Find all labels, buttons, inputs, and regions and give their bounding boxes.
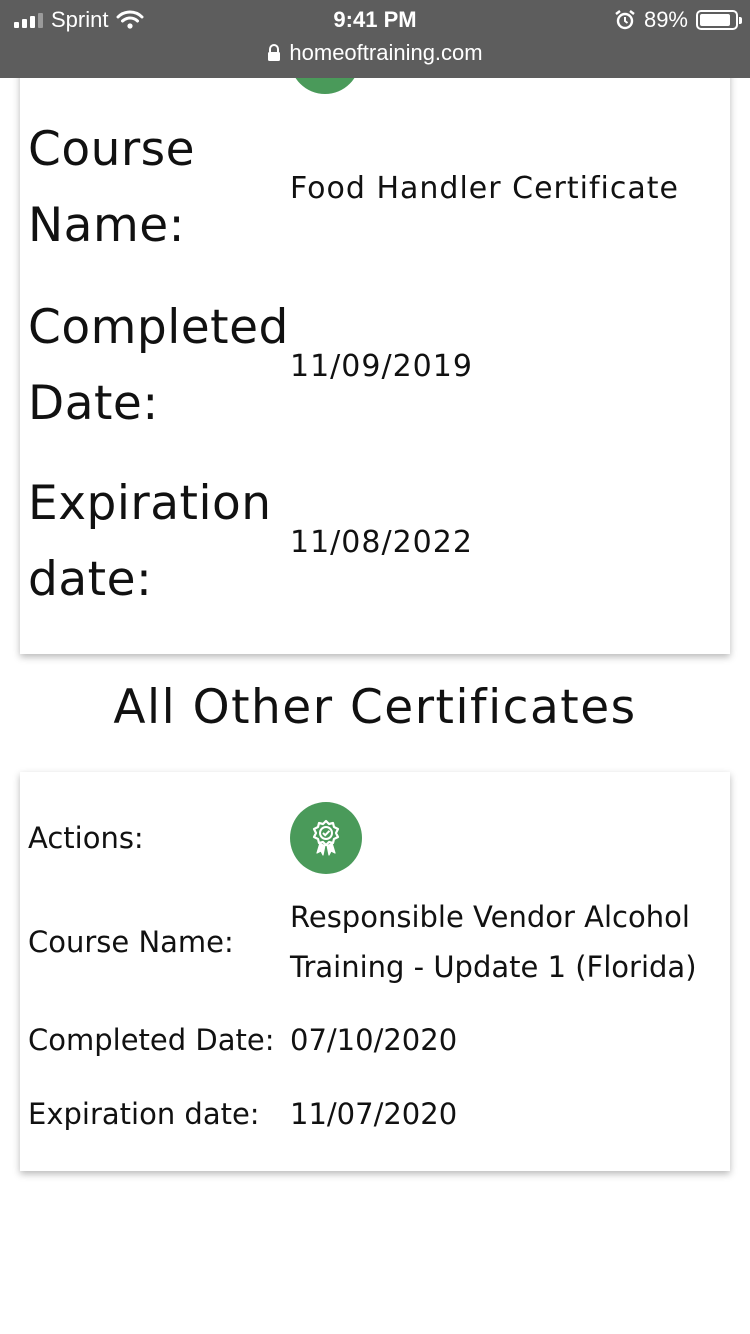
- certificate-award-icon: [312, 819, 340, 856]
- browser-top-bar: Sprint 9:41 PM 89% homeoftraining.com: [0, 0, 750, 78]
- other-certificate-card: Actions: Course Name: Responsible Vendor…: [20, 772, 730, 1171]
- other-course-name-row: Course Name: Responsible Vendor Alcohol …: [28, 892, 710, 992]
- actions-row: Actions:: [28, 802, 362, 874]
- other-completed-date-label: Completed Date:: [28, 1023, 275, 1057]
- url-bar[interactable]: homeoftraining.com: [0, 40, 750, 66]
- expiration-date-value: 11/08/2022: [290, 524, 473, 560]
- completed-date-row: Completed Date: 11/09/2019: [28, 290, 473, 442]
- other-completed-date-value: 07/10/2020: [290, 1023, 458, 1057]
- course-name-row: Course Name: Food Handler Certificate: [28, 112, 679, 264]
- actions-label: Actions:: [28, 821, 144, 855]
- primary-certificate-card: Course Name: Food Handler Certificate Co…: [20, 40, 730, 654]
- completed-date-value: 11/09/2019: [290, 348, 473, 384]
- other-course-name-label: Course Name:: [28, 925, 234, 959]
- alarm-icon: [615, 10, 635, 30]
- completed-date-label: Completed Date:: [28, 300, 289, 431]
- lock-icon: [268, 44, 281, 61]
- other-expiration-date-label: Expiration date:: [28, 1097, 260, 1131]
- battery-percent: 89%: [643, 7, 688, 32]
- other-expiration-date-row: Expiration date: 11/07/2020: [28, 1089, 457, 1139]
- status-right: 89%: [614, 7, 742, 33]
- battery-fill: [700, 14, 730, 26]
- view-certificate-button[interactable]: [290, 802, 362, 874]
- course-name-label: Course Name:: [28, 122, 196, 253]
- other-expiration-date-value: 11/07/2020: [290, 1097, 458, 1131]
- other-completed-date-row: Completed Date: 07/10/2020: [28, 1015, 457, 1065]
- status-bar: Sprint 9:41 PM 89%: [0, 4, 750, 36]
- other-course-name-value: Responsible Vendor Alcohol Training - Up…: [290, 900, 697, 984]
- expiration-date-label: Expiration date:: [28, 476, 272, 607]
- course-name-value: Food Handler Certificate: [290, 170, 679, 206]
- url-text: homeoftraining.com: [289, 40, 483, 65]
- expiration-date-row: Expiration date: 11/08/2022: [28, 466, 473, 618]
- section-title: All Other Certificates: [113, 680, 637, 735]
- battery-icon: [696, 10, 742, 30]
